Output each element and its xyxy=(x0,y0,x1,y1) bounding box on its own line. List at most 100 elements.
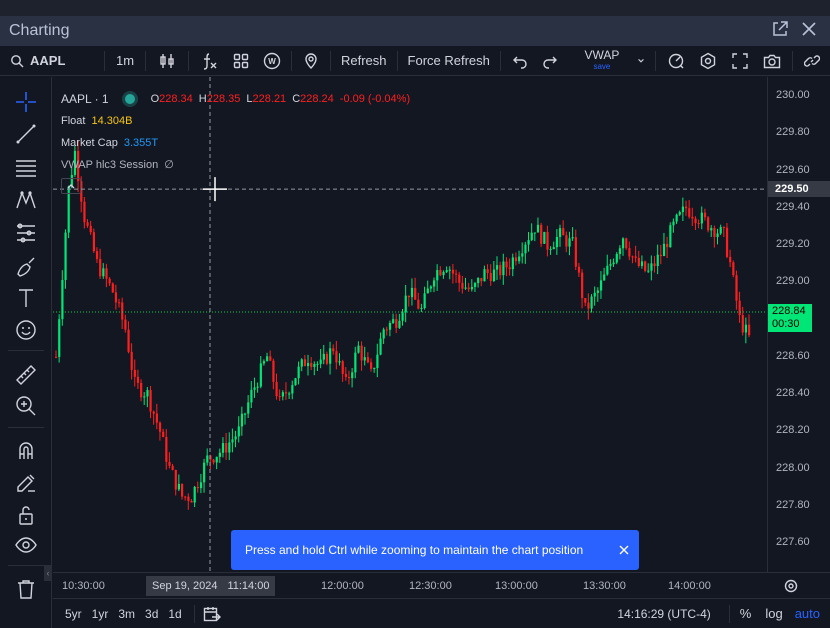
horizontal-lines-tool[interactable] xyxy=(14,155,38,179)
price-tick: 227.60 xyxy=(776,536,810,548)
candle-body xyxy=(533,232,536,234)
candle-body xyxy=(146,390,149,397)
market-status-icon xyxy=(124,94,135,104)
force-refresh-button[interactable]: Force Refresh xyxy=(402,48,496,74)
candles-icon xyxy=(160,53,174,68)
drawing-mode-tool[interactable] xyxy=(14,471,38,495)
candle-body xyxy=(555,236,559,248)
range-5yr[interactable]: 5yr xyxy=(65,607,82,621)
log-toggle[interactable]: log xyxy=(765,606,782,621)
screenshot-button[interactable] xyxy=(756,48,788,74)
watchlist-button[interactable]: W xyxy=(257,48,287,74)
time-axis[interactable]: 10:30:00 Sep 19, 2024 11:14:00 12:00:00 … xyxy=(53,572,830,598)
link-button[interactable] xyxy=(797,48,827,74)
vwap-button[interactable]: VWAP save xyxy=(573,48,631,74)
candle-body xyxy=(124,319,127,330)
candle-type-button[interactable] xyxy=(150,48,184,74)
candle-body xyxy=(618,248,622,254)
collapse-toolbar-button[interactable]: ‹ xyxy=(44,565,52,581)
candle-body xyxy=(590,296,593,309)
remove-drawings-tool[interactable] xyxy=(14,577,38,601)
visibility-tool[interactable] xyxy=(14,533,38,557)
toolbar-divider xyxy=(145,50,146,71)
fullscreen-button[interactable] xyxy=(724,48,756,74)
candle-body xyxy=(357,345,360,353)
templates-button[interactable] xyxy=(225,48,257,74)
candle-body xyxy=(656,254,659,267)
window-title: Charting xyxy=(9,22,70,39)
replay-button[interactable] xyxy=(660,48,692,74)
range-1yr[interactable]: 1yr xyxy=(92,607,109,621)
axis-settings-icon[interactable] xyxy=(784,579,798,598)
interval-button[interactable]: 1m xyxy=(109,48,141,74)
range-1d[interactable]: 1d xyxy=(168,607,181,621)
popout-icon[interactable] xyxy=(772,20,788,42)
candle-body xyxy=(559,228,562,237)
candle-body xyxy=(473,283,477,287)
magnet-tool[interactable] xyxy=(14,438,38,462)
text-tool[interactable] xyxy=(14,286,38,310)
candle-body xyxy=(423,293,426,309)
emoji-tool[interactable] xyxy=(14,318,38,342)
candle-body xyxy=(489,272,492,282)
crosshair-tool[interactable] xyxy=(14,90,38,114)
toolbar-divider xyxy=(791,50,793,71)
undo-button[interactable] xyxy=(505,48,535,74)
toast-close-icon[interactable] xyxy=(619,545,629,555)
candle-body xyxy=(496,265,499,270)
crosshair-time: 11:14:00 xyxy=(227,580,270,592)
auto-toggle[interactable]: auto xyxy=(795,606,820,621)
candle-body xyxy=(662,243,666,257)
lock-tool[interactable] xyxy=(14,503,38,527)
price-axis[interactable]: 230.00 229.80 229.60 229.40 229.20 229.00 228.… xyxy=(767,77,830,572)
alert-button[interactable] xyxy=(296,48,326,74)
candle-body xyxy=(451,269,455,274)
zoom-tool[interactable] xyxy=(14,394,38,418)
candle-body xyxy=(599,280,603,291)
candle-body xyxy=(316,363,319,365)
vwap-dropdown-button[interactable] xyxy=(631,48,651,74)
percent-toggle[interactable]: % xyxy=(740,606,752,621)
candle-body xyxy=(190,500,193,503)
candle-body xyxy=(725,227,729,257)
legend-collapse-button[interactable] xyxy=(61,178,81,194)
candle-body xyxy=(118,302,121,304)
candle-body xyxy=(729,256,732,263)
date-range-button[interactable] xyxy=(203,606,221,622)
vwap-study-label[interactable]: VWAP hlc3 Session xyxy=(61,154,158,176)
range-3m[interactable]: 3m xyxy=(118,607,135,621)
redo-button[interactable] xyxy=(535,48,565,74)
range-3d[interactable]: 3d xyxy=(145,607,158,621)
candle-body xyxy=(338,361,341,363)
candle-body xyxy=(297,366,300,379)
chevron-up-icon xyxy=(67,184,75,189)
fib-tool[interactable] xyxy=(14,221,38,245)
pattern-tool[interactable] xyxy=(14,188,38,212)
last-price-value: 228.84 xyxy=(772,305,806,318)
toolbar-divider xyxy=(499,50,501,71)
symbol-search-button[interactable]: AAPL xyxy=(0,48,100,74)
settings-button[interactable] xyxy=(692,48,724,74)
zoom-hint-toast: Press and hold Ctrl while zooming to mai… xyxy=(231,530,639,570)
brush-tool[interactable] xyxy=(14,254,38,278)
toolbar-divider xyxy=(291,50,292,71)
trendline-tool[interactable] xyxy=(14,122,38,146)
candle-body xyxy=(291,385,294,394)
time-tick: 10:30:00 xyxy=(62,580,105,592)
close-icon[interactable] xyxy=(802,21,816,41)
candle-body xyxy=(458,274,461,283)
candle-body xyxy=(748,324,751,336)
legend-low-value: 228.21 xyxy=(252,93,287,105)
refresh-button[interactable]: Refresh xyxy=(335,48,393,74)
candle-body xyxy=(464,287,467,289)
legend-close-label: C xyxy=(292,93,301,105)
candle-body xyxy=(341,361,344,374)
candle-body xyxy=(499,265,502,276)
candle-body xyxy=(735,275,738,301)
indicators-button[interactable] xyxy=(193,48,225,74)
candle-body xyxy=(417,299,420,309)
zoom-in-icon xyxy=(16,396,36,416)
candle-body xyxy=(669,225,672,248)
ruler-tool[interactable] xyxy=(14,363,38,387)
legend-open-value: 228.34 xyxy=(159,93,193,105)
